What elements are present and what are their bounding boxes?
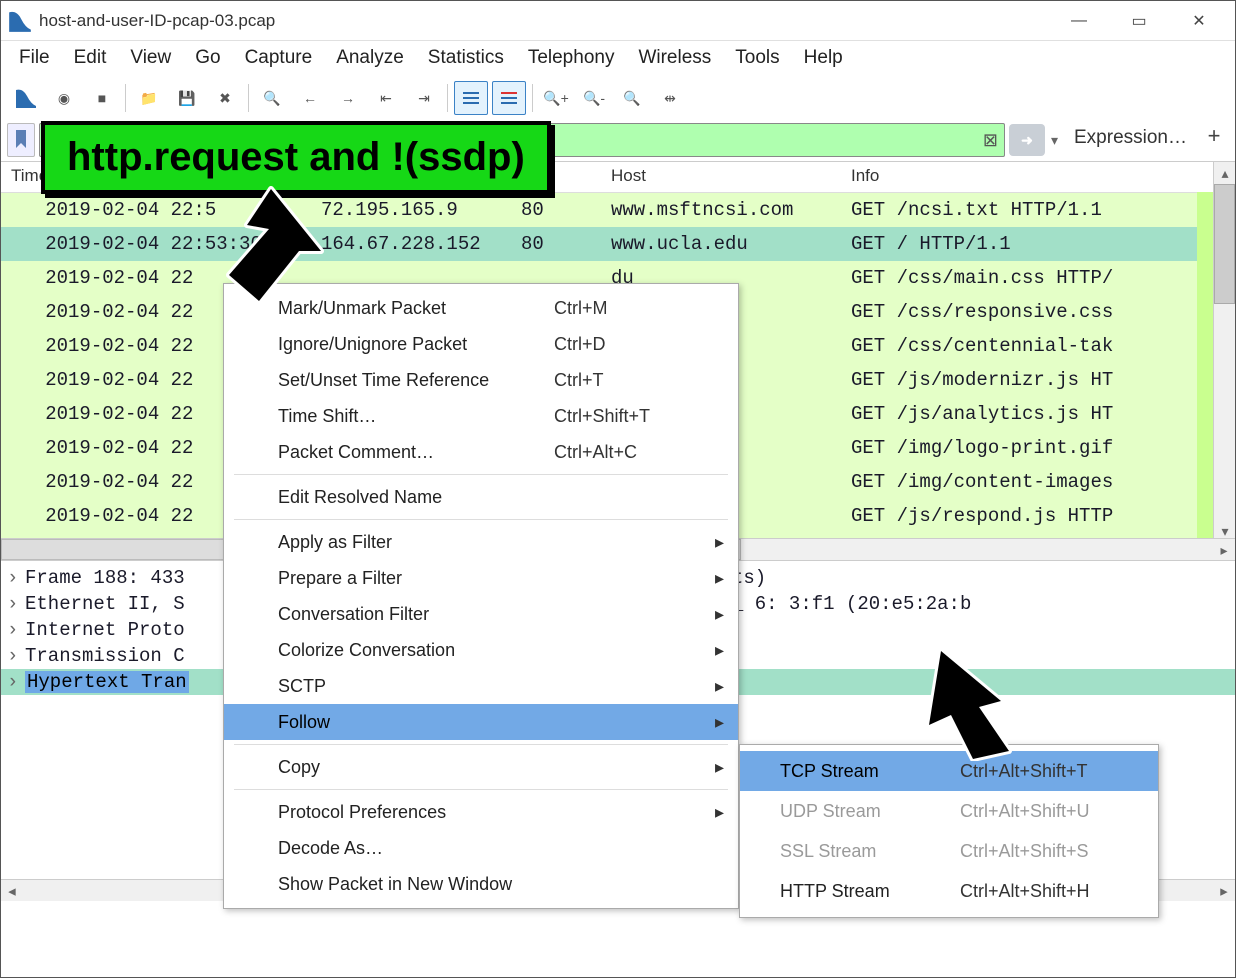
menu-telephony[interactable]: Telephony	[528, 47, 615, 69]
column-header-info[interactable]: Info	[851, 166, 1235, 186]
menu-wireless[interactable]: Wireless	[638, 47, 711, 69]
follow-menu-item[interactable]: TCP StreamCtrl+Alt+Shift+T	[740, 751, 1158, 791]
toolbar-button[interactable]: ✖	[208, 81, 242, 115]
minimize-button[interactable]: ―	[1049, 1, 1109, 41]
context-menu-item[interactable]: Show Packet in New Window	[224, 866, 738, 902]
follow-menu-item: SSL StreamCtrl+Alt+Shift+S	[740, 831, 1158, 871]
context-menu-item[interactable]: SCTP▸	[224, 668, 738, 704]
expression-button[interactable]: Expression…	[1066, 123, 1195, 157]
follow-menu-item: UDP StreamCtrl+Alt+Shift+U	[740, 791, 1158, 831]
menu-statistics[interactable]: Statistics	[428, 47, 504, 69]
add-filter-button[interactable]: +	[1199, 123, 1229, 157]
close-button[interactable]: ✕	[1169, 1, 1229, 41]
toolbar-button[interactable]: 💾	[170, 81, 204, 115]
context-menu-item[interactable]: Mark/Unmark PacketCtrl+M	[224, 290, 738, 326]
titlebar: host-and-user-ID-pcap-03.pcap ― ▭ ✕	[1, 1, 1235, 41]
packet-row[interactable]: 2019-02-04 22:53:30164.67.228.15280www.u…	[1, 227, 1235, 261]
menu-go[interactable]: Go	[195, 47, 220, 69]
context-menu-item[interactable]: Ignore/Unignore PacketCtrl+D	[224, 326, 738, 362]
menu-view[interactable]: View	[130, 47, 171, 69]
resize-columns-icon[interactable]: ⇹	[653, 81, 687, 115]
toolbar-button[interactable]: ◉	[47, 81, 81, 115]
vertical-scrollbar[interactable]: ▴ ▾	[1213, 162, 1235, 542]
toolbar-button[interactable]: ⇤	[369, 81, 403, 115]
scroll-up-icon[interactable]: ▴	[1214, 162, 1236, 184]
context-menu-item[interactable]: Protocol Preferences▸	[224, 794, 738, 830]
menu-file[interactable]: File	[19, 47, 50, 69]
context-menu-item[interactable]: Follow▸	[224, 704, 738, 740]
annotation-callout: http.request and !(ssdp)	[41, 121, 551, 194]
scroll-right-icon[interactable]: ▸	[1213, 880, 1235, 901]
toolbar-fin-icon[interactable]	[9, 81, 43, 115]
context-menu-item[interactable]: Time Shift…Ctrl+Shift+T	[224, 398, 738, 434]
toolbar-button[interactable]: ←	[293, 81, 327, 115]
wireshark-fin-icon	[7, 8, 33, 34]
zoom-reset-icon[interactable]: 🔍	[615, 81, 649, 115]
toolbar: ◉ ■ 📁 💾 ✖ 🔍 ← → ⇤ ⇥ 🔍+ 🔍- 🔍 ⇹	[1, 79, 1235, 121]
scroll-left-icon[interactable]: ◂	[1, 880, 23, 901]
packet-row[interactable]: 2019-02-04 22:572.195.165.980www.msftncs…	[1, 193, 1235, 227]
follow-submenu: TCP StreamCtrl+Alt+Shift+TUDP StreamCtrl…	[739, 744, 1159, 918]
menubar: File Edit View Go Capture Analyze Statistics Te…	[1, 41, 1235, 79]
context-menu-item[interactable]: Copy▸	[224, 749, 738, 785]
context-menu-item[interactable]: Decode As…	[224, 830, 738, 866]
menu-edit[interactable]: Edit	[74, 47, 107, 69]
column-header-host[interactable]: Host	[611, 166, 851, 186]
zoom-in-icon[interactable]: 🔍+	[539, 81, 573, 115]
maximize-button[interactable]: ▭	[1109, 1, 1169, 41]
menu-tools[interactable]: Tools	[735, 47, 779, 69]
dropdown-arrow-icon[interactable]: ▾	[1047, 132, 1062, 149]
clear-filter-icon[interactable]: ⊠	[983, 130, 998, 151]
follow-menu-item[interactable]: HTTP StreamCtrl+Alt+Shift+H	[740, 871, 1158, 911]
scroll-right-icon[interactable]: ▸	[1213, 539, 1235, 561]
packet-density-gutter	[1197, 192, 1213, 538]
scrollbar-thumb[interactable]	[1214, 184, 1235, 304]
context-menu-item[interactable]: Colorize Conversation▸	[224, 632, 738, 668]
autoscroll-button[interactable]	[454, 81, 488, 115]
colorize-button[interactable]	[492, 81, 526, 115]
toolbar-button[interactable]: 📁	[132, 81, 166, 115]
context-menu-item[interactable]: Prepare a Filter▸	[224, 560, 738, 596]
toolbar-button[interactable]: →	[331, 81, 365, 115]
bookmark-icon[interactable]	[7, 123, 35, 157]
context-menu-item[interactable]: Edit Resolved Name	[224, 479, 738, 515]
context-menu-item[interactable]: Packet Comment…Ctrl+Alt+C	[224, 434, 738, 470]
context-menu-item[interactable]: Conversation Filter▸	[224, 596, 738, 632]
context-menu: Mark/Unmark PacketCtrl+MIgnore/Unignore …	[223, 283, 739, 909]
menu-help[interactable]: Help	[804, 47, 843, 69]
menu-analyze[interactable]: Analyze	[336, 47, 404, 69]
context-menu-item[interactable]: Set/Unset Time ReferenceCtrl+T	[224, 362, 738, 398]
zoom-out-icon[interactable]: 🔍-	[577, 81, 611, 115]
apply-filter-button[interactable]: ➜	[1009, 124, 1045, 156]
toolbar-button[interactable]: ■	[85, 81, 119, 115]
window-title: host-and-user-ID-pcap-03.pcap	[39, 11, 1049, 31]
toolbar-button[interactable]: 🔍	[255, 81, 289, 115]
context-menu-item[interactable]: Apply as Filter▸	[224, 524, 738, 560]
toolbar-button[interactable]: ⇥	[407, 81, 441, 115]
menu-capture[interactable]: Capture	[245, 47, 313, 69]
